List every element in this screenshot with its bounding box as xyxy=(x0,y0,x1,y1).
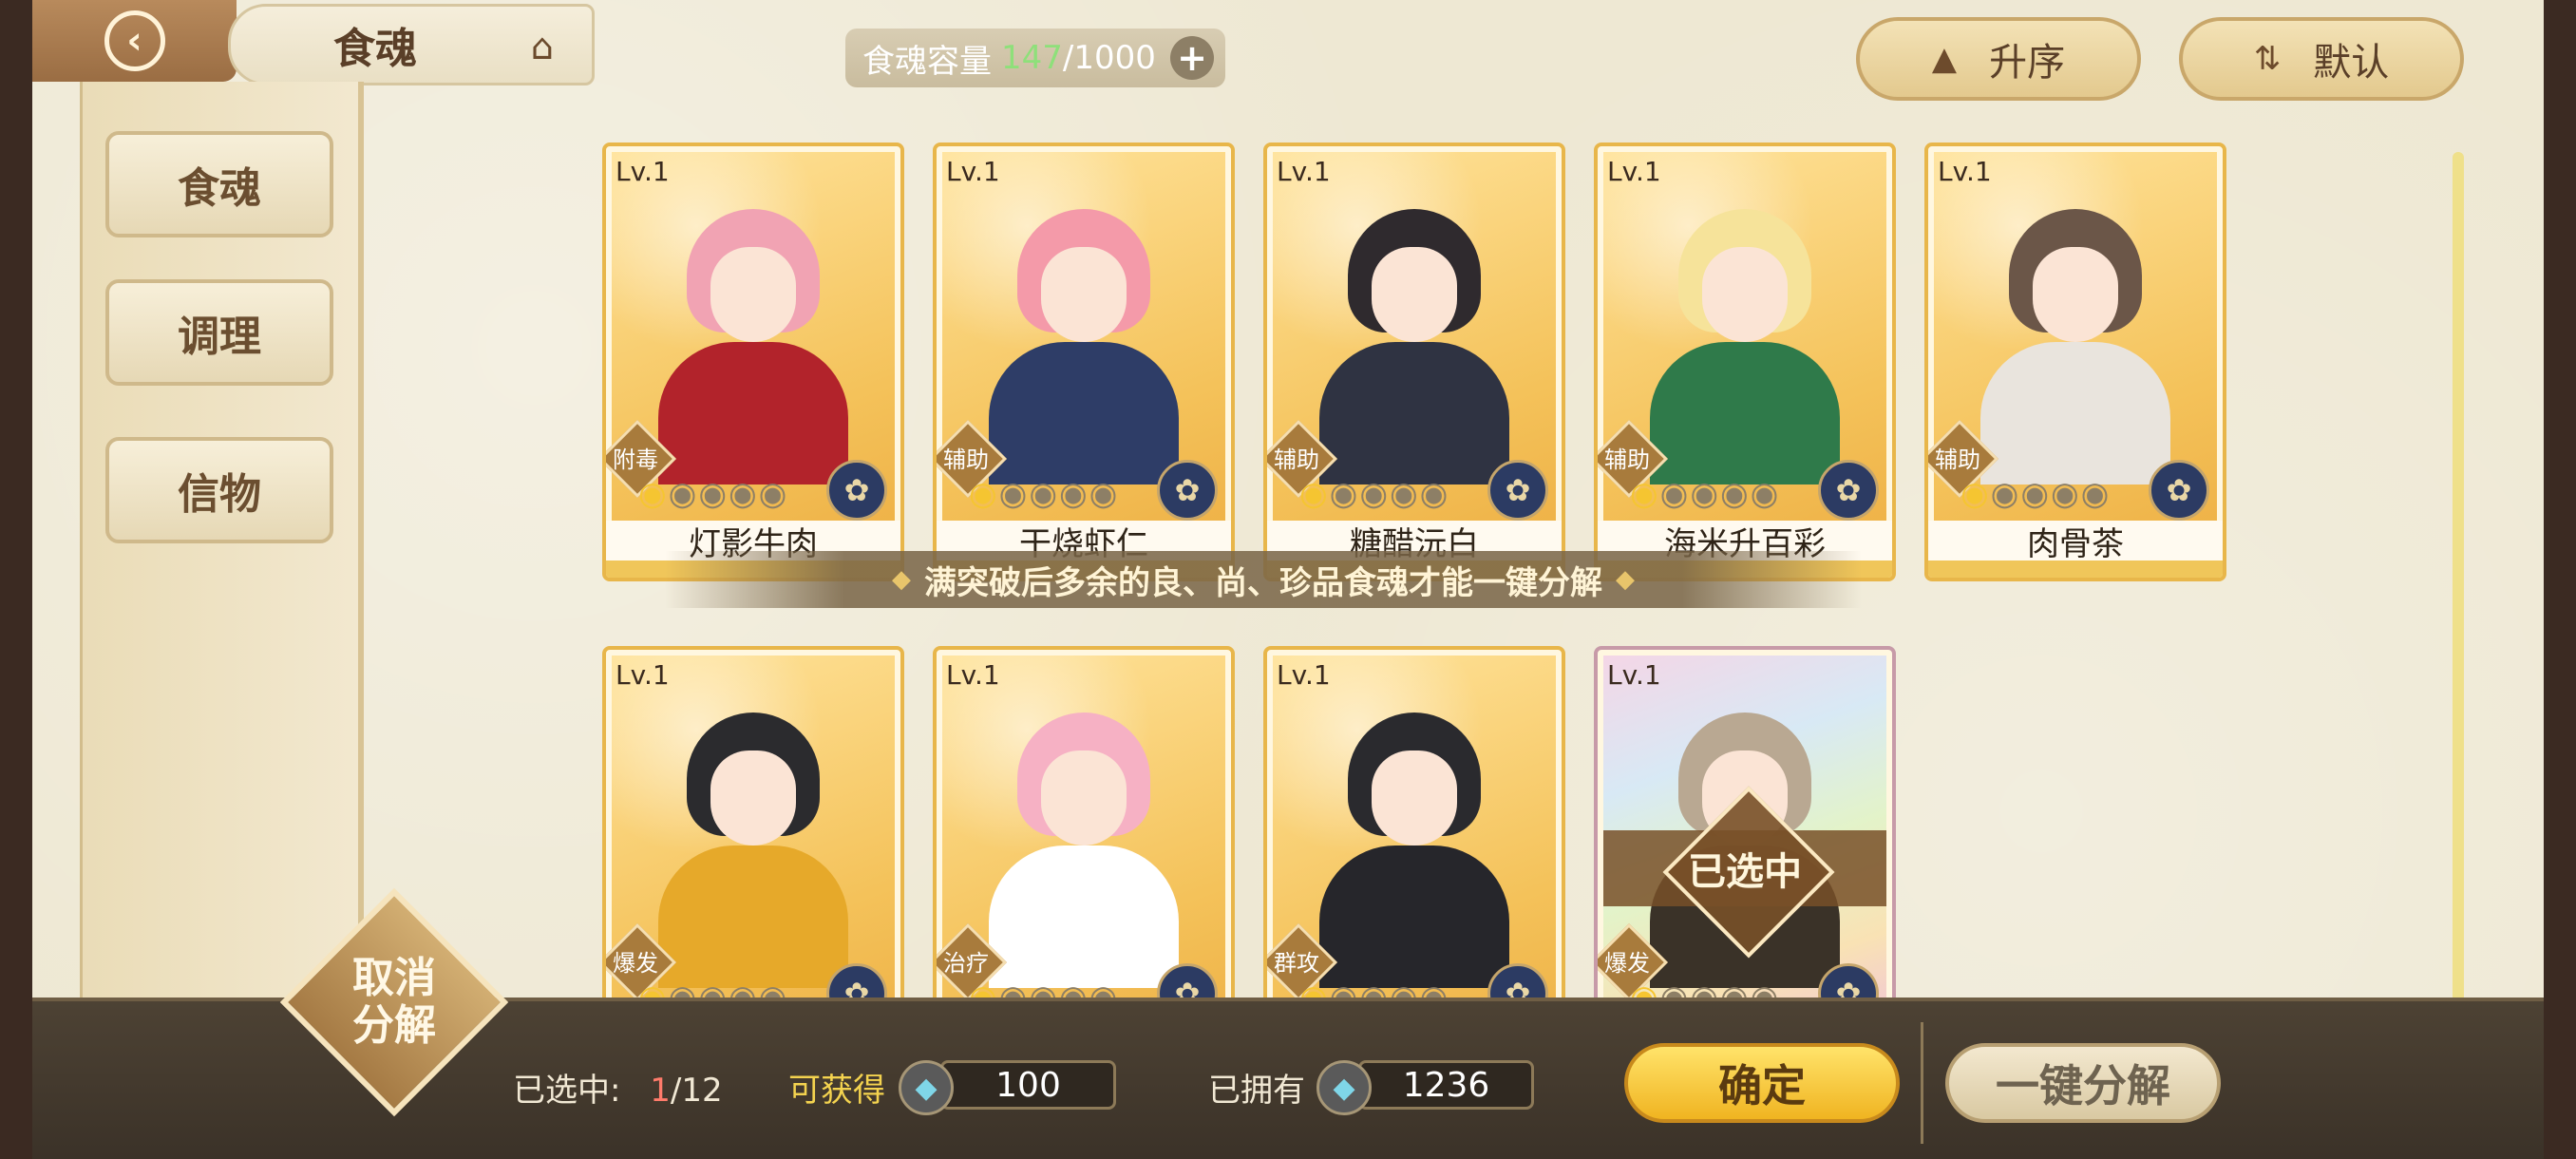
level-label: Lv.1 xyxy=(616,156,670,187)
level-label: Lv.1 xyxy=(1277,659,1331,691)
crystal-icon: ◆ xyxy=(899,1060,954,1115)
owned-label: 已拥有 xyxy=(1208,1072,1305,1110)
soul-card[interactable]: Lv.1 辅助 ◉◉◉◉◉ ✿ 肉骨茶 xyxy=(1924,142,2226,581)
character-figure xyxy=(1319,712,1509,988)
character-figure xyxy=(1319,209,1509,484)
role-label: 辅助 xyxy=(1604,446,1650,473)
star-rating: ◉◉◉◉◉ xyxy=(638,475,789,513)
one-key-decompose-button[interactable]: 一键分解 xyxy=(1945,1043,2221,1123)
selected-count-display: 已选中: 1/12 xyxy=(513,1064,723,1111)
obtain-value: 100 xyxy=(940,1060,1116,1110)
character-figure xyxy=(1650,209,1840,484)
notice-banner: ◆ 满突破后多余的良、尚、珍品食魂才能一键分解 ◆ xyxy=(665,551,1862,608)
capacity-current: 147 xyxy=(1001,39,1063,77)
level-label: Lv.1 xyxy=(1277,156,1331,187)
crystal-icon: ◆ xyxy=(1316,1060,1372,1115)
selected-overlay: 已选中 xyxy=(1603,830,1886,906)
level-label: Lv.1 xyxy=(946,659,1000,691)
role-label: 爆发 xyxy=(613,949,658,977)
role-label: 群攻 xyxy=(1274,949,1319,977)
character-figure xyxy=(989,209,1179,484)
element-emblem-icon: ✿ xyxy=(2149,460,2209,521)
element-emblem-icon: ✿ xyxy=(826,460,887,521)
sort-ascending-button[interactable]: ▲ 升序 xyxy=(1856,17,2141,101)
selected-count: 1 xyxy=(650,1072,671,1110)
level-label: Lv.1 xyxy=(1607,156,1661,187)
title-tab: 食魂 ⌂ xyxy=(228,4,595,86)
character-figure xyxy=(1980,209,2170,484)
soul-card[interactable]: Lv.1 附毒 ◉◉◉◉◉ ✿ 灯影牛肉 xyxy=(602,142,904,581)
sidebar-item-prepare[interactable]: 调理 xyxy=(105,279,333,386)
divider xyxy=(1921,1022,1923,1144)
star-rating: ◉◉◉◉◉ xyxy=(1960,475,2112,513)
element-emblem-icon: ✿ xyxy=(1818,460,1879,521)
soul-card[interactable]: Lv.1 辅助 ◉◉◉◉◉ ✿ 糖醋沅白 xyxy=(1263,142,1565,581)
add-capacity-button[interactable]: + xyxy=(1170,36,1214,80)
right-frame xyxy=(2544,0,2576,1159)
selected-total: /12 xyxy=(670,1072,723,1110)
element-emblem-icon: ✿ xyxy=(1157,460,1218,521)
scrollbar-thumb[interactable] xyxy=(2453,152,2464,1026)
page-title: 食魂 xyxy=(333,25,417,73)
capacity-max: /1000 xyxy=(1062,39,1156,77)
cancel-line2: 分解 xyxy=(352,1001,436,1050)
character-figure xyxy=(989,712,1179,988)
role-label: 附毒 xyxy=(613,446,658,473)
soul-card[interactable]: Lv.1 辅助 ◉◉◉◉◉ ✿ 干烧虾仁 xyxy=(933,142,1235,581)
confirm-button[interactable]: 确定 xyxy=(1624,1043,1900,1123)
pavilion-icon[interactable]: ⌂ xyxy=(531,26,554,67)
left-frame xyxy=(0,0,32,1159)
cancel-line1: 取消 xyxy=(352,954,436,1002)
star-rating: ◉◉◉◉◉ xyxy=(1630,475,1781,513)
sidebar-item-soul[interactable]: 食魂 xyxy=(105,131,333,238)
sidebar-item-token[interactable]: 信物 xyxy=(105,437,333,543)
sidebar: 食魂 调理 信物 xyxy=(80,82,364,1070)
role-label: 辅助 xyxy=(1935,446,1980,473)
element-emblem-icon: ✿ xyxy=(1487,460,1548,521)
character-figure xyxy=(658,712,848,988)
capacity-label: 食魂容量 xyxy=(862,42,992,81)
triangle-up-icon: ▲ xyxy=(1931,40,1958,78)
selected-overlay-label: 已选中 xyxy=(1688,849,1802,894)
role-label: 辅助 xyxy=(943,446,989,473)
level-label: Lv.1 xyxy=(1607,659,1661,691)
cancel-decompose-button[interactable]: 取消 分解 xyxy=(313,940,475,1064)
role-label: 爆发 xyxy=(1604,949,1650,977)
sort-ascending-label: 升序 xyxy=(1989,41,2066,85)
selected-label: 已选中: xyxy=(513,1072,621,1110)
sort-default-button[interactable]: ⇅ 默认 xyxy=(2179,17,2464,101)
obtain-label: 可获得 xyxy=(788,1072,885,1110)
level-label: Lv.1 xyxy=(1938,156,1992,187)
notice-text: 满突破后多余的良、尚、珍品食魂才能一键分解 xyxy=(924,563,1602,602)
owned-value: 1236 xyxy=(1358,1060,1534,1110)
capacity-display: 食魂容量 147 /1000 + xyxy=(845,28,1225,87)
level-label: Lv.1 xyxy=(616,659,670,691)
role-label: 治疗 xyxy=(943,949,989,977)
back-arrow-icon: ‹ xyxy=(104,10,165,71)
role-label: 辅助 xyxy=(1274,446,1319,473)
character-figure xyxy=(658,209,848,484)
level-label: Lv.1 xyxy=(946,156,1000,187)
soul-card[interactable]: Lv.1 辅助 ◉◉◉◉◉ ✿ 海米升百彩 xyxy=(1594,142,1896,581)
sort-arrows-icon: ⇅ xyxy=(2253,40,2282,78)
star-rating: ◉◉◉◉◉ xyxy=(969,475,1120,513)
back-button[interactable]: ‹ xyxy=(32,0,237,82)
sort-default-label: 默认 xyxy=(2313,41,2390,85)
star-rating: ◉◉◉◉◉ xyxy=(1299,475,1450,513)
